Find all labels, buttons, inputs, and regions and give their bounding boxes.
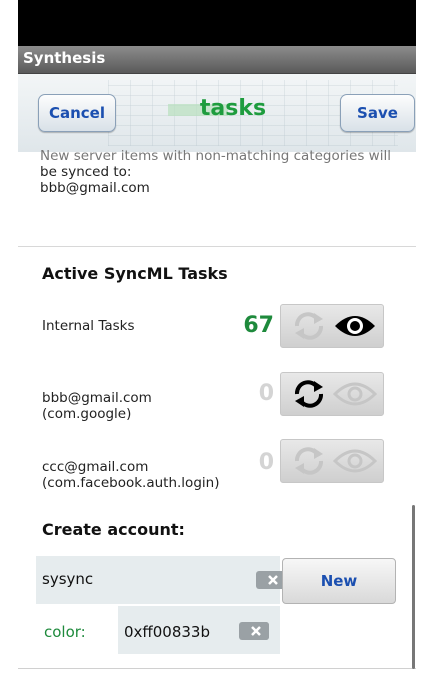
color-value: 0xff00833b [124, 623, 210, 641]
sync-icon[interactable] [287, 445, 331, 477]
task-count: 0 [258, 381, 274, 406]
status-bar [18, 0, 416, 46]
app-title-bar: Synthesis [18, 46, 416, 74]
eye-icon[interactable] [333, 445, 377, 477]
info-line-3: bbb@gmail.com [40, 180, 150, 196]
color-input[interactable]: 0xff00833b [118, 606, 280, 654]
right-frame [416, 0, 421, 679]
task-count: 67 [243, 313, 274, 338]
sync-icon[interactable] [287, 310, 331, 342]
task-name: ccc@gmail.com [42, 459, 149, 475]
task-row-label: bbb@gmail.com (com.google) [42, 390, 152, 422]
cancel-button[interactable]: Cancel [38, 94, 116, 132]
eye-icon[interactable] [333, 310, 377, 342]
page-title: tasks [199, 96, 267, 121]
info-line-1: New server items with non-matching categ… [40, 148, 391, 164]
save-button[interactable]: Save [340, 94, 415, 132]
clear-text-icon[interactable] [239, 622, 269, 640]
header-bar: Cancel tasks Save [18, 74, 416, 152]
sync-target-info: New server items with non-matching categ… [40, 148, 400, 196]
task-row-label: ccc@gmail.com (com.facebook.auth.login) [42, 459, 219, 491]
bottom-divider [18, 668, 416, 669]
eye-icon[interactable] [333, 378, 377, 410]
task-account-type: (com.google) [42, 406, 132, 422]
account-name-value: sysync [42, 570, 94, 588]
new-account-button[interactable]: New [282, 558, 396, 604]
scrollbar[interactable] [412, 505, 415, 669]
task-name: Internal Tasks [42, 318, 135, 334]
app-title: Synthesis [23, 49, 106, 67]
task-name: bbb@gmail.com [42, 390, 152, 406]
task-row-label: Internal Tasks [42, 318, 135, 334]
left-frame [0, 0, 18, 679]
section-title: Active SyncML Tasks [42, 264, 228, 283]
create-account-title: Create account: [42, 520, 185, 539]
app-screen: Synthesis Cancel tasks Save New server i… [18, 0, 416, 679]
task-account-type: (com.facebook.auth.login) [42, 475, 220, 491]
task-controls [280, 304, 384, 348]
info-line-2: be synced to: [40, 164, 132, 180]
color-label: color: [44, 623, 86, 641]
task-controls [280, 372, 384, 416]
task-count: 0 [258, 450, 274, 475]
account-name-input[interactable]: sysync [36, 556, 286, 604]
task-controls [280, 439, 384, 483]
section-divider [18, 246, 416, 247]
sync-icon[interactable] [287, 378, 331, 410]
